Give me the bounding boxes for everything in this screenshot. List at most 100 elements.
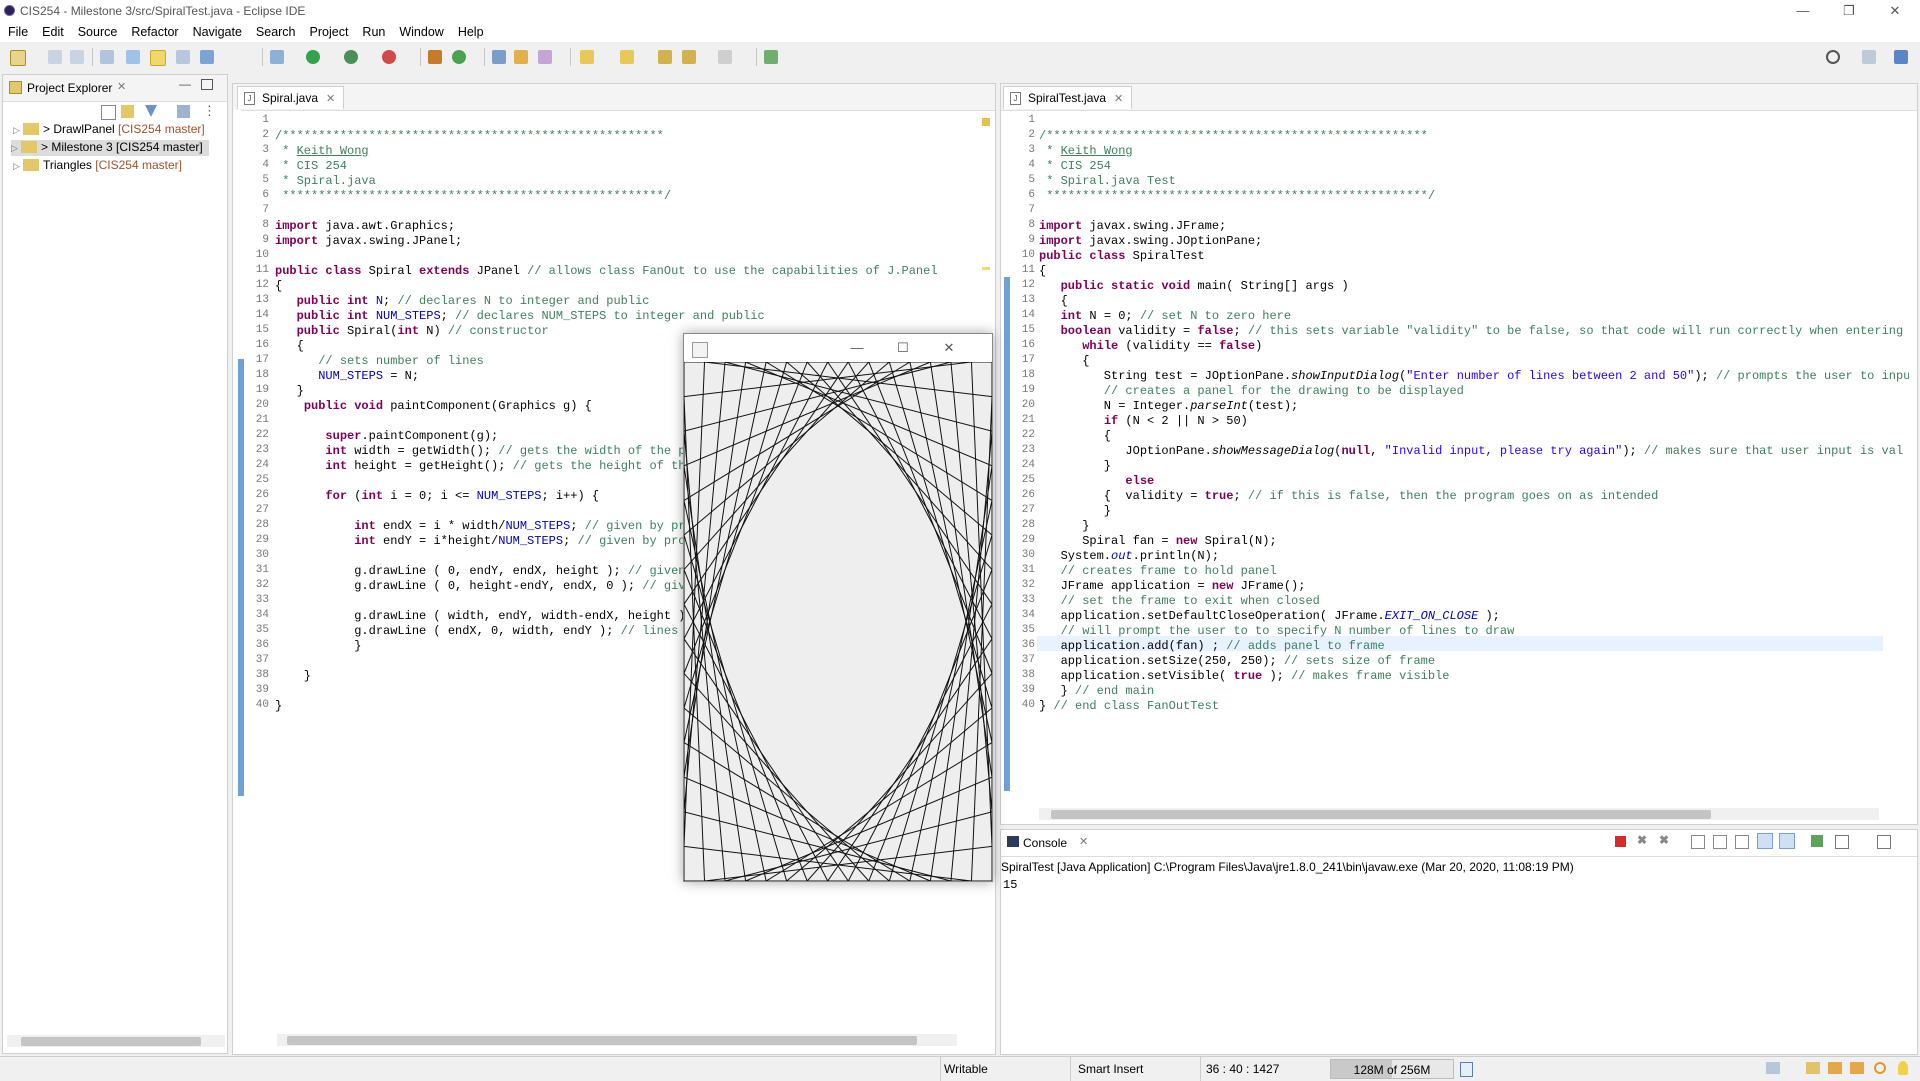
menu-window[interactable]: Window <box>391 22 449 39</box>
menu-edit[interactable]: Edit <box>34 22 70 39</box>
close-window-button[interactable]: ✕ <box>1872 0 1918 22</box>
code-line[interactable]: } // end class FanOutTest <box>1039 699 1219 714</box>
code-line[interactable]: } <box>275 669 311 684</box>
overview-warning-marker[interactable] <box>982 118 990 126</box>
code-line[interactable]: g.drawLine ( width, endY, width-endX, he… <box>275 609 685 624</box>
menu-source[interactable]: Source <box>70 22 124 39</box>
code-line[interactable]: String test = JOptionPane.showInputDialo… <box>1039 369 1909 384</box>
code-line[interactable]: } <box>1039 459 1111 474</box>
code-line[interactable]: { <box>1039 429 1111 444</box>
code-line[interactable]: import java.awt.Graphics; <box>275 219 455 234</box>
terminate-icon[interactable] <box>1615 836 1626 847</box>
code-line[interactable]: if (N < 2 || N > 50) <box>1039 414 1248 429</box>
spiral-horizontal-scrollbar[interactable] <box>277 1034 957 1046</box>
code-line[interactable]: JFrame application = new JFrame(); <box>1039 579 1306 594</box>
code-line[interactable]: ****************************************… <box>1039 189 1435 204</box>
open-type-icon[interactable] <box>126 50 140 64</box>
tab-spiral-java[interactable]: J Spiral.java ✕ <box>237 86 345 109</box>
code-line[interactable]: * CIS 254 <box>275 159 347 174</box>
heap-status[interactable]: 128M of 256M <box>1330 1059 1454 1079</box>
show-stdout-icon[interactable] <box>1757 833 1773 849</box>
spiral-minimize-button[interactable]: — <box>834 337 880 359</box>
code-line[interactable]: int height = getHeight(); // gets the he… <box>275 459 685 474</box>
view-menu-icon[interactable]: ⋮ <box>203 103 216 119</box>
code-line[interactable]: public class SpiralTest <box>1039 249 1205 264</box>
spiraltest-code-area[interactable]: 1 2/*************************************… <box>999 114 1909 794</box>
code-line[interactable]: import javax.swing.JFrame; <box>1039 219 1226 234</box>
code-line[interactable]: * Spiral.java <box>275 174 376 189</box>
code-line[interactable]: /***************************************… <box>275 129 664 144</box>
code-line[interactable]: super.paintComponent(g); <box>275 429 498 444</box>
status-tray-icon[interactable] <box>1850 1062 1864 1074</box>
code-line[interactable]: } <box>1039 504 1111 519</box>
run-icon[interactable] <box>306 50 320 64</box>
open-console-icon[interactable] <box>1877 835 1891 849</box>
tree-item-milestone3[interactable]: ▷ > Milestone 3 [CIS254 master] <box>11 140 209 156</box>
code-line[interactable]: } <box>1039 519 1089 534</box>
close-console-icon[interactable]: ✕ <box>1079 835 1088 848</box>
code-line[interactable]: * Keith Wong <box>1039 144 1132 159</box>
code-line[interactable]: // set the frame to exit when closed <box>1039 594 1320 609</box>
previous-annotation-icon[interactable] <box>620 50 634 64</box>
code-line[interactable]: application.setVisible( true ); // makes… <box>1039 669 1450 684</box>
code-line[interactable]: boolean validity = false; // this sets v… <box>1039 324 1904 339</box>
show-whitespace-icon[interactable] <box>200 50 214 64</box>
toggle-mark-occurrences-icon[interactable] <box>150 50 166 66</box>
code-line[interactable]: /***************************************… <box>1039 129 1428 144</box>
lightbulb-icon[interactable] <box>1898 1061 1908 1075</box>
open-task-icon[interactable] <box>492 50 506 64</box>
remove-launch-icon[interactable]: ✖ <box>1637 833 1647 847</box>
status-tray-icon[interactable] <box>1874 1062 1886 1074</box>
code-line[interactable]: { <box>1039 264 1046 279</box>
menu-search[interactable]: Search <box>248 22 302 39</box>
code-line[interactable]: for (int i = 0; i <= NUM_STEPS; i++) { <box>275 489 599 504</box>
code-line[interactable]: application.add(fan) ; // adds panel to … <box>1039 639 1385 654</box>
toggle-block-selection-icon[interactable] <box>176 50 190 64</box>
remove-all-launches-icon[interactable]: ✖ <box>1659 833 1669 847</box>
forward-icon[interactable] <box>718 50 732 64</box>
code-line[interactable]: int endX = i * width/NUM_STEPS; // given… <box>275 519 685 534</box>
link-with-editor-icon[interactable] <box>121 105 134 118</box>
skip-breakpoints-icon[interactable] <box>100 50 114 64</box>
spiral-app-window[interactable]: — ☐ ✕ <box>683 333 993 882</box>
code-line[interactable]: { <box>1039 294 1068 309</box>
code-line[interactable]: N = Integer.parseInt(test); <box>1039 399 1298 414</box>
console-tab-label[interactable]: Console <box>1023 836 1067 850</box>
menu-refactor[interactable]: Refactor <box>123 22 184 39</box>
code-line[interactable]: else <box>1039 474 1154 489</box>
pin-editor-icon[interactable] <box>764 50 778 64</box>
scroll-lock-icon[interactable] <box>1713 835 1727 849</box>
save-all-icon[interactable] <box>70 50 84 64</box>
code-line[interactable]: g.drawLine ( 0, endY, endX, height ); //… <box>275 564 685 579</box>
code-line[interactable]: int N = 0; // set N to zero here <box>1039 309 1291 324</box>
code-line[interactable]: public class Spiral extends JPanel // al… <box>275 264 938 279</box>
code-line[interactable]: import javax.swing.JPanel; <box>275 234 462 249</box>
code-line[interactable]: } // end main <box>1039 684 1155 699</box>
pin-console-icon[interactable] <box>1811 835 1823 847</box>
status-tray-icon[interactable] <box>1766 1062 1780 1074</box>
back-icon[interactable] <box>682 50 696 64</box>
code-line[interactable]: // creates frame to hold panel <box>1039 564 1277 579</box>
spiral-maximize-button[interactable]: ☐ <box>880 337 926 359</box>
code-line[interactable]: public Spiral(int N) // constructor <box>275 324 549 339</box>
code-line[interactable]: } <box>275 384 304 399</box>
code-line[interactable]: System.out.println(N); <box>1039 549 1219 564</box>
code-line[interactable]: * Keith Wong <box>275 144 368 159</box>
tree-item-drawlpanel[interactable]: ▷ > DrawlPanel [CIS254 master] <box>13 122 205 138</box>
open-folder-icon[interactable] <box>514 50 528 64</box>
console-output[interactable]: 15 <box>1003 878 1017 892</box>
code-line[interactable]: public void paintComponent(Graphics g) { <box>275 399 592 414</box>
code-line[interactable]: JOptionPane.showMessageDialog(null, "Inv… <box>1039 444 1903 459</box>
code-line[interactable]: g.drawLine ( 0, height-endY, endX, 0 ); … <box>275 579 685 594</box>
minimize-button[interactable]: — <box>1780 0 1826 22</box>
maximize-view-icon[interactable] <box>201 79 213 90</box>
close-view-icon[interactable]: ✕ <box>117 80 126 93</box>
code-line[interactable]: { validity = true; // if this is false, … <box>1039 489 1659 504</box>
code-line[interactable]: * CIS 254 <box>1039 159 1111 174</box>
code-line[interactable]: } <box>275 699 282 714</box>
coverage-icon[interactable] <box>344 50 358 64</box>
code-line[interactable]: g.drawLine ( endX, 0, width, endY ); // … <box>275 624 678 639</box>
tree-item-triangles[interactable]: ▷ Triangles [CIS254 master] <box>13 158 182 174</box>
save-icon[interactable] <box>48 50 62 64</box>
code-line[interactable]: int endY = i*height/NUM_STEPS; // given … <box>275 534 685 549</box>
